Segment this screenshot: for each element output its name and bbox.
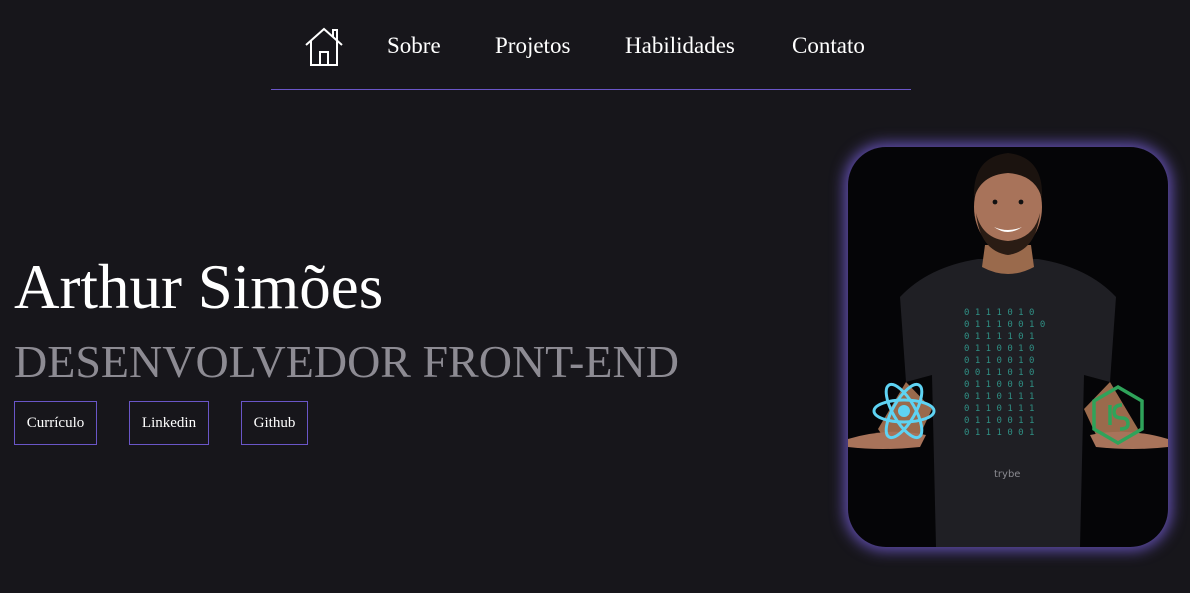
- svg-text:0 1 1 0 0 0 1: 0 1 1 0 0 0 1: [964, 380, 1034, 390]
- nav-link-contato[interactable]: Contato: [792, 32, 865, 60]
- linkedin-button[interactable]: Linkedin: [129, 401, 209, 445]
- svg-text:0 1 1 0 1 1 1: 0 1 1 0 1 1 1: [964, 392, 1034, 402]
- profile-illustration: 0 1 1 1 0 1 0 0 1 1 1 0 0 1 0 0 1 1 1 1 …: [848, 153, 1168, 547]
- svg-text:0 1 1 1 0 0 1: 0 1 1 1 0 0 1: [964, 428, 1034, 438]
- shirt-brand: trybe: [994, 469, 1020, 480]
- github-button[interactable]: Github: [241, 401, 308, 445]
- svg-text:0 1 1 0 0 1 0: 0 1 1 0 0 1 0: [964, 356, 1034, 366]
- top-navigation: Sobre Projetos Habilidades Contato: [271, 0, 911, 90]
- hero-role: DESENVOLVEDOR FRONT-END: [14, 336, 679, 387]
- home-icon: [305, 27, 343, 66]
- svg-text:0 1 1 1 0 0 1 0: 0 1 1 1 0 0 1 0: [964, 320, 1045, 330]
- svg-text:0 1 1 1 0 1 0: 0 1 1 1 0 1 0: [964, 308, 1034, 318]
- home-link[interactable]: [303, 25, 345, 67]
- curriculo-button[interactable]: Currículo: [14, 401, 97, 445]
- svg-text:0 0 1 1 0 1 0: 0 0 1 1 0 1 0: [964, 368, 1034, 378]
- svg-text:0 1 1 0 0 1 1: 0 1 1 0 0 1 1: [964, 416, 1034, 426]
- profile-photo: 0 1 1 1 0 1 0 0 1 1 1 0 0 1 0 0 1 1 1 1 …: [848, 147, 1168, 547]
- hero-name: Arthur Simões: [14, 252, 384, 322]
- svg-text:0 1 1 0 1 1 1: 0 1 1 0 1 1 1: [964, 404, 1034, 414]
- nav-link-sobre[interactable]: Sobre: [387, 32, 441, 60]
- svg-text:0 1 1 1 1 0 1: 0 1 1 1 1 0 1: [964, 332, 1034, 342]
- nav-link-projetos[interactable]: Projetos: [495, 32, 570, 60]
- svg-text:0 1 1 0 0 1 0: 0 1 1 0 0 1 0: [964, 344, 1034, 354]
- portfolio-page: Sobre Projetos Habilidades Contato Arthu…: [0, 0, 1190, 593]
- nav-link-habilidades[interactable]: Habilidades: [625, 32, 735, 60]
